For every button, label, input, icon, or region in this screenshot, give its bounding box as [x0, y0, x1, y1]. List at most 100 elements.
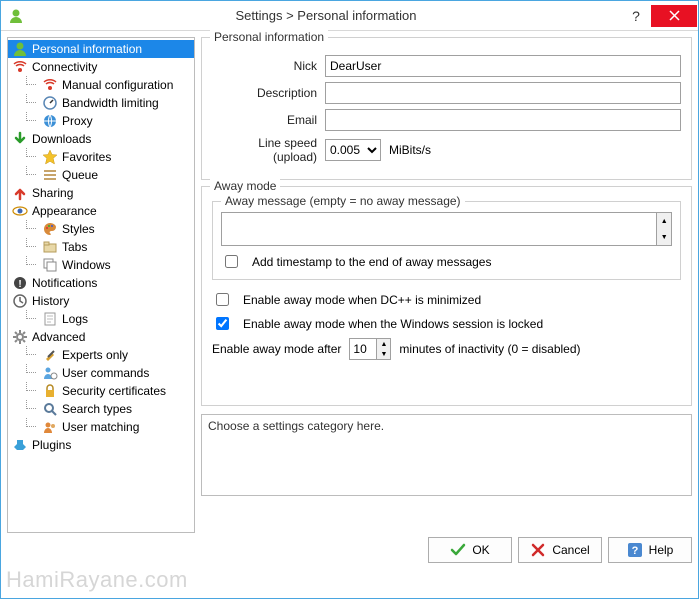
ok-label: OK — [472, 543, 489, 557]
tree-item-proxy[interactable]: Proxy — [8, 112, 194, 130]
tree-item-appearance[interactable]: Appearance — [8, 202, 194, 220]
tree-item-usermatch[interactable]: User matching — [8, 418, 194, 436]
clock-icon — [12, 293, 28, 309]
palette-icon — [42, 221, 58, 237]
tree-item-bandwidth[interactable]: Bandwidth limiting — [8, 94, 194, 112]
tree-item-tabs[interactable]: Tabs — [8, 238, 194, 256]
close-button[interactable] — [651, 5, 697, 27]
personal-legend: Personal information — [210, 30, 328, 44]
tree-label: Plugins — [32, 438, 71, 452]
away-locked-checkbox[interactable] — [216, 317, 229, 330]
tree-item-security[interactable]: Security certificates — [8, 382, 194, 400]
tree-item-usercmds[interactable]: User commands — [8, 364, 194, 382]
linespeed-select[interactable]: 0.005 — [325, 139, 381, 161]
tree-item-notifications[interactable]: Notifications — [8, 274, 194, 292]
away-minimized-checkbox[interactable] — [216, 293, 229, 306]
antenna-red-icon — [12, 59, 28, 75]
tree-item-downloads[interactable]: Downloads — [8, 130, 194, 148]
tree-item-favorites[interactable]: Favorites — [8, 148, 194, 166]
away-after-spinner[interactable]: ▲▼ — [349, 338, 391, 360]
tree-label: Queue — [62, 168, 98, 182]
note-icon — [42, 311, 58, 327]
tree-item-personal[interactable]: Personal information — [8, 40, 194, 58]
tree-label: Security certificates — [62, 384, 166, 398]
away-locked-label: Enable away mode when the Windows sessio… — [243, 317, 543, 331]
tree-label: Manual configuration — [62, 78, 173, 92]
description-label: Description — [212, 86, 317, 100]
spin-down-icon[interactable]: ▼ — [377, 349, 390, 359]
tree-item-plugins[interactable]: Plugins — [8, 436, 194, 454]
add-timestamp-label: Add timestamp to the end of away message… — [252, 255, 491, 269]
eye-icon — [12, 203, 28, 219]
hint-text: Choose a settings category here. — [208, 419, 384, 433]
cancel-button[interactable]: Cancel — [518, 537, 602, 563]
hint-box: Choose a settings category here. — [201, 414, 692, 496]
tree-item-history[interactable]: History — [8, 292, 194, 310]
tree-label: Bandwidth limiting — [62, 96, 159, 110]
tree-label: History — [32, 294, 69, 308]
tree-label: Advanced — [32, 330, 85, 344]
tree-item-manual[interactable]: Manual configuration — [8, 76, 194, 94]
window-icon — [1, 8, 31, 24]
tree-label: Personal information — [32, 42, 142, 56]
away-msg-down[interactable]: ▼ — [657, 229, 671, 245]
email-input[interactable] — [325, 109, 681, 131]
tree-item-advanced[interactable]: Advanced — [8, 328, 194, 346]
tree-label: Logs — [62, 312, 88, 326]
cancel-label: Cancel — [552, 543, 589, 557]
tree-label: Downloads — [32, 132, 91, 146]
window-title: Settings > Personal information — [31, 8, 621, 23]
away-msg-up[interactable]: ▲ — [657, 213, 671, 229]
ok-button[interactable]: OK — [428, 537, 512, 563]
tree-item-searchtypes[interactable]: Search types — [8, 400, 194, 418]
away-after-input[interactable] — [350, 339, 376, 359]
lock-icon — [42, 383, 58, 399]
personal-info-group: Personal information Nick Description Em… — [201, 37, 692, 180]
spin-up-icon[interactable]: ▲ — [377, 339, 390, 349]
tree-item-queue[interactable]: Queue — [8, 166, 194, 184]
settings-tree[interactable]: Personal information Connectivity Manual c… — [7, 37, 195, 533]
tree-label: Sharing — [32, 186, 73, 200]
queue-icon — [42, 167, 58, 183]
away-message-label: Away message (empty = no away message) — [221, 194, 465, 208]
arrow-up-red-icon — [12, 185, 28, 201]
tree-item-logs[interactable]: Logs — [8, 310, 194, 328]
description-input[interactable] — [325, 82, 681, 104]
tree-label: Styles — [62, 222, 95, 236]
content-panel: Personal information Nick Description Em… — [201, 37, 692, 533]
tree-label: Connectivity — [32, 60, 97, 74]
linespeed-label: Line speed (upload) — [212, 136, 317, 164]
tree-label: User matching — [62, 420, 139, 434]
help-button[interactable]: Help — [608, 537, 692, 563]
star-yellow-icon — [42, 149, 58, 165]
help-label: Help — [649, 543, 674, 557]
tree-label: User commands — [62, 366, 149, 380]
plugin-icon — [12, 437, 28, 453]
nick-input[interactable] — [325, 55, 681, 77]
search-icon — [42, 401, 58, 417]
arrow-down-green-icon — [12, 131, 28, 147]
help-icon — [627, 542, 643, 558]
tree-item-sharing[interactable]: Sharing — [8, 184, 194, 202]
away-after-label-pre: Enable away mode after — [212, 342, 341, 356]
bell-icon — [12, 275, 28, 291]
tree-item-connectivity[interactable]: Connectivity — [8, 58, 194, 76]
tree-item-experts[interactable]: Experts only — [8, 346, 194, 364]
watermark-text: HamiRayane.com — [6, 567, 188, 593]
linespeed-unit: MiBits/s — [389, 143, 431, 157]
email-label: Email — [212, 113, 317, 127]
tools-icon — [42, 347, 58, 363]
add-timestamp-checkbox[interactable] — [225, 255, 238, 268]
gear-icon — [12, 329, 28, 345]
tree-item-styles[interactable]: Styles — [8, 220, 194, 238]
user-green-icon — [12, 41, 28, 57]
tree-label: Proxy — [62, 114, 93, 128]
check-icon — [450, 542, 466, 558]
titlebar-help-button[interactable]: ? — [621, 5, 651, 27]
windows-icon — [42, 257, 58, 273]
titlebar: Settings > Personal information ? — [1, 1, 698, 31]
away-message-input[interactable] — [221, 212, 656, 246]
tree-item-windows[interactable]: Windows — [8, 256, 194, 274]
tree-label: Tabs — [62, 240, 87, 254]
nick-label: Nick — [212, 59, 317, 73]
